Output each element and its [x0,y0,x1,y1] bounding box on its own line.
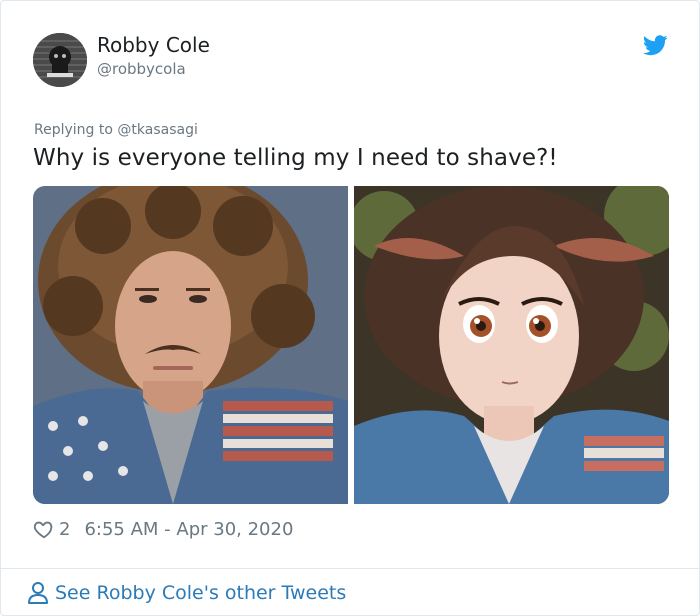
see-other-tweets-link[interactable]: See Robby Cole's other Tweets [27,578,346,608]
replying-to: Replying to @tkasasagi [34,122,198,138]
author-name[interactable]: Robby Cole [97,33,210,57]
replying-to-mention[interactable]: @tkasasagi [117,122,197,138]
replying-to-prefix: Replying to [34,122,113,138]
tweet-meta: 2 6:55 AM - Apr 30, 2020 [33,515,293,543]
avatar[interactable] [33,33,87,87]
see-other-tweets-label: See Robby Cole's other Tweets [55,582,347,604]
person-icon [27,581,49,605]
tweet-text: Why is everyone telling my I need to sha… [33,145,558,171]
twitter-bird-icon[interactable] [643,35,668,56]
tweet-photo-original[interactable] [33,186,348,504]
heart-icon[interactable] [33,518,55,540]
tweet-photo-anime[interactable] [354,186,669,504]
like-count[interactable]: 2 [59,519,70,540]
author-handle[interactable]: @robbycola [97,60,186,78]
tweet-timestamp[interactable]: 6:55 AM - Apr 30, 2020 [84,519,293,540]
tweet-card: Robby Cole @robbycola Replying to @tkasa… [0,0,700,616]
divider [1,568,699,569]
